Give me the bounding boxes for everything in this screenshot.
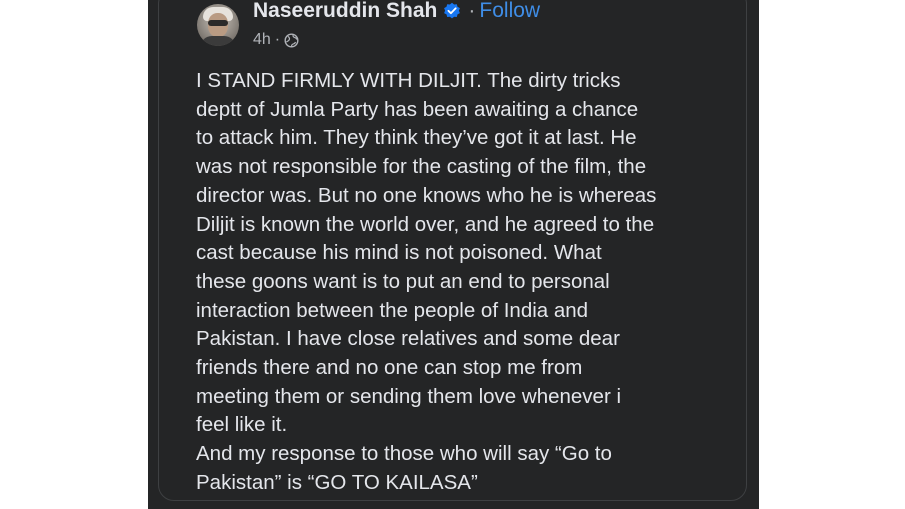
- verified-badge-icon: [443, 2, 461, 20]
- post-text-line: And my response to those who will say “G…: [196, 442, 612, 466]
- author-avatar[interactable]: [197, 4, 239, 46]
- post-text-line: friends there and no one can stop me fro…: [196, 356, 583, 380]
- post-card: Naseeruddin Shah · Follow 4h · I STAND F…: [158, 0, 747, 501]
- post-text-line: was not responsible for the casting of t…: [196, 155, 647, 179]
- post-text: I STAND FIRMLY WITH DILJIT. The dirty tr…: [196, 67, 744, 498]
- post-text-line: interaction between the people of India …: [196, 298, 589, 322]
- header-separator: ·: [468, 0, 476, 22]
- meta-separator: ·: [274, 31, 281, 48]
- post-text-line: Pakistan” is “GO TO KAILASA”: [196, 470, 478, 494]
- post-text-line: meeting them or sending them love whenev…: [196, 384, 622, 408]
- follow-button[interactable]: Follow: [479, 0, 540, 23]
- post-text-line: to attack him. They think they’ve got it…: [196, 126, 637, 150]
- globe-icon[interactable]: [284, 32, 299, 48]
- post-text-line: cast because his mind is not poisoned. W…: [196, 241, 602, 265]
- post-text-line: director was. But no one knows who he is…: [196, 183, 657, 207]
- avatar-glasses: [208, 20, 228, 26]
- post-text-line: feel like it.: [196, 413, 288, 437]
- post-text-line: deptt of Jumla Party has been awaiting a…: [196, 97, 639, 121]
- post-text-line: I STAND FIRMLY WITH DILJIT. The dirty tr…: [196, 69, 621, 92]
- post-header: Naseeruddin Shah · Follow: [253, 0, 540, 23]
- post-timestamp[interactable]: 4h: [253, 31, 271, 49]
- post-text-line: Pakistan. I have close relatives and som…: [196, 327, 620, 351]
- post-text-line: Diljit is known the world over, and he a…: [196, 212, 655, 236]
- post-meta: 4h ·: [253, 31, 299, 49]
- app-screen: Naseeruddin Shah · Follow 4h · I STAND F…: [148, 0, 759, 509]
- avatar-shirt: [200, 36, 236, 46]
- author-name[interactable]: Naseeruddin Shah: [253, 0, 437, 23]
- post-text-line: these goons want is to put an end to per…: [196, 269, 610, 293]
